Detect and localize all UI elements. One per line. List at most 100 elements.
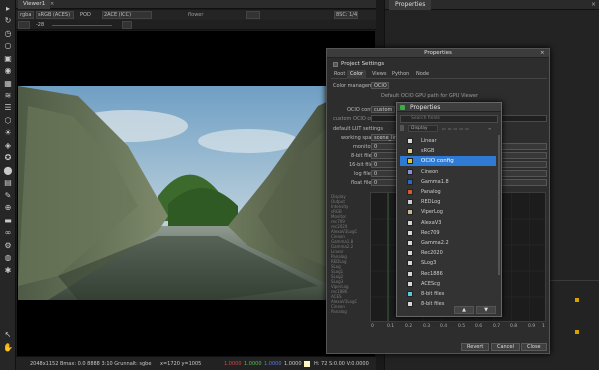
dropdown-item[interactable]: OCIO config (400, 156, 496, 167)
pixel-a: 1.0000 (284, 361, 302, 367)
grid-icon[interactable]: ▦ (3, 79, 13, 88)
settings-icon[interactable]: ✱ (3, 266, 13, 275)
merge-icon[interactable]: ⊕ (3, 203, 13, 212)
gain-value[interactable]: -28 (36, 22, 44, 28)
color-swatch-icon (407, 219, 413, 226)
arrow-icon[interactable]: ↖ (3, 330, 13, 339)
sphere-icon[interactable]: ◉ (3, 66, 13, 75)
view-options-icons[interactable]: ▭▭▭▭▭ (442, 126, 471, 131)
sun-icon[interactable]: ☀ (3, 128, 13, 137)
search-input[interactable]: Search fields (400, 115, 498, 123)
close-icon[interactable]: × (50, 1, 54, 7)
dropdown-item[interactable]: sRGB (400, 146, 496, 156)
flag-label[interactable]: POD (80, 12, 91, 18)
x-axis-tick: 0.4 (440, 324, 448, 329)
paint-icon[interactable]: ⬤ (3, 166, 13, 175)
dropdown-item[interactable]: SLog3 (400, 258, 496, 268)
eraser-icon[interactable]: ▬ (3, 216, 13, 225)
properties-dropdown: Properties ⌕ Search fields Display ▭▭▭▭▭… (396, 102, 502, 317)
dropdown-item-label: ACEScg (421, 280, 441, 287)
filter-select[interactable]: Display (408, 125, 438, 132)
dropdown-item[interactable]: Rec2020 (400, 248, 496, 258)
x-axis-tick: 0.9 (528, 324, 536, 329)
globe-icon[interactable]: ◍ (3, 253, 13, 262)
tab-python[interactable]: Python (389, 70, 412, 79)
default-lut-label: default LUT settings (333, 126, 383, 132)
dropdown-item[interactable]: 8-bit files (400, 289, 496, 299)
frame-mode[interactable]: flower (188, 12, 203, 18)
dropdown-item-label: Rec709 (421, 229, 440, 236)
tab-properties[interactable]: Properties (389, 0, 432, 10)
scroll-up-button[interactable]: ▲ (454, 306, 474, 314)
scrollbar[interactable] (498, 135, 500, 275)
dropdown-item[interactable]: ACEScg (400, 279, 496, 289)
layers-icon[interactable]: ≋ (3, 91, 13, 100)
color-wheel-icon[interactable]: ✪ (3, 153, 13, 162)
stack-icon[interactable]: ▤ (3, 178, 13, 187)
scroll-down-button[interactable]: ▼ (476, 306, 496, 314)
dropdown-item[interactable]: REDLog (400, 197, 496, 207)
working-space-select[interactable]: scene_linear (371, 134, 405, 141)
tab-viewer[interactable]: Viewer1 (18, 0, 51, 9)
color-swatch-icon (407, 138, 413, 144)
fstop-toggle[interactable] (18, 21, 30, 29)
circle-icon[interactable]: ○ (3, 41, 13, 50)
cursor-coords: x=1720 y=1005 (160, 361, 202, 367)
sampling-value: 8SC: 1/4 (336, 12, 358, 18)
color-swatch-icon (407, 280, 413, 287)
dropdown-item[interactable]: AlexaV3 (400, 218, 496, 228)
dropdown-item[interactable]: Gamma1.8 (400, 177, 496, 187)
list-icon[interactable]: ☰ (3, 103, 13, 112)
settings-icon[interactable]: ≡ (488, 126, 491, 131)
dropdown-item[interactable]: Rec709 (400, 228, 496, 238)
pointer-icon[interactable]: ▸ (3, 4, 13, 13)
brush-icon[interactable]: ✎ (3, 191, 13, 200)
hand-icon[interactable]: ✋ (3, 343, 13, 352)
dropdown-item[interactable]: Gamma2.2 (400, 238, 496, 248)
revert-button[interactable]: Revert (461, 343, 490, 351)
curve-label[interactable]: Panalog (331, 309, 347, 314)
dropdown-item[interactable]: ViperLog (400, 207, 496, 217)
dropdown-item[interactable]: Panalog (400, 187, 496, 197)
dropdown-item-label: Rec1886 (421, 270, 443, 277)
dropdown-item-label: Linear (421, 138, 437, 144)
cancel-button[interactable]: Cancel (491, 343, 520, 351)
wipe-toggle[interactable] (246, 11, 260, 19)
tab-root[interactable]: Root (331, 70, 348, 79)
close-icon[interactable]: × (540, 50, 545, 56)
close-icon[interactable]: × (591, 1, 596, 8)
dropdown-item[interactable]: Linear (400, 136, 496, 146)
dropdown-item-label: 8-bit files (421, 291, 445, 297)
filter-icon[interactable] (400, 125, 404, 131)
tab-node[interactable]: Node (413, 70, 432, 79)
shield-icon[interactable]: ◈ (3, 141, 13, 150)
dropdown-item[interactable]: Cineon (400, 167, 496, 177)
collapse-icon[interactable] (333, 62, 338, 67)
ocio-config-select[interactable]: custom (371, 106, 395, 113)
dropdown-item-label: sRGB (421, 148, 435, 155)
dropdown-item-label: Cineon (421, 168, 439, 175)
app-window: ▸ ↻ ◷ ○ ▣ ◉ ▦ ≋ ☰ ⬡ ☀ ◈ ✪ ⬤ ▤ ✎ ⊕ ▬ ∞ ⚙ … (0, 0, 599, 370)
dropdown-item-label: Gamma1.8 (421, 178, 449, 185)
rotate-icon[interactable]: ↻ (3, 16, 13, 25)
gain-slider[interactable] (52, 25, 112, 26)
tab-views[interactable]: Views (369, 70, 389, 79)
channels-value: rgba (20, 12, 32, 18)
dropdown-titlebar[interactable]: Properties (397, 103, 501, 112)
color-swatch-icon (407, 199, 413, 206)
tab-color[interactable]: Color (347, 70, 367, 79)
clock-icon[interactable]: ◷ (3, 29, 13, 38)
link-icon[interactable]: ∞ (3, 228, 13, 237)
dropdown-item-label: AlexaV3 (421, 219, 442, 226)
square-icon[interactable]: ▣ (3, 54, 13, 63)
close-button[interactable]: Close (521, 343, 547, 351)
hsv-info: H: 72 S:0.00 V:0.0000 (314, 361, 369, 367)
dropdown-nav: ▲ ▼ (454, 306, 496, 314)
gear-icon[interactable]: ⚙ (3, 241, 13, 250)
window-titlebar[interactable]: Properties × (327, 49, 549, 58)
section-title: Project Settings (341, 61, 385, 67)
transform-icon[interactable]: ⬡ (3, 116, 13, 125)
color-management-select[interactable]: OCIO (371, 82, 389, 89)
dropdown-item[interactable]: Rec1886 (400, 269, 496, 279)
play-button[interactable] (122, 21, 132, 29)
